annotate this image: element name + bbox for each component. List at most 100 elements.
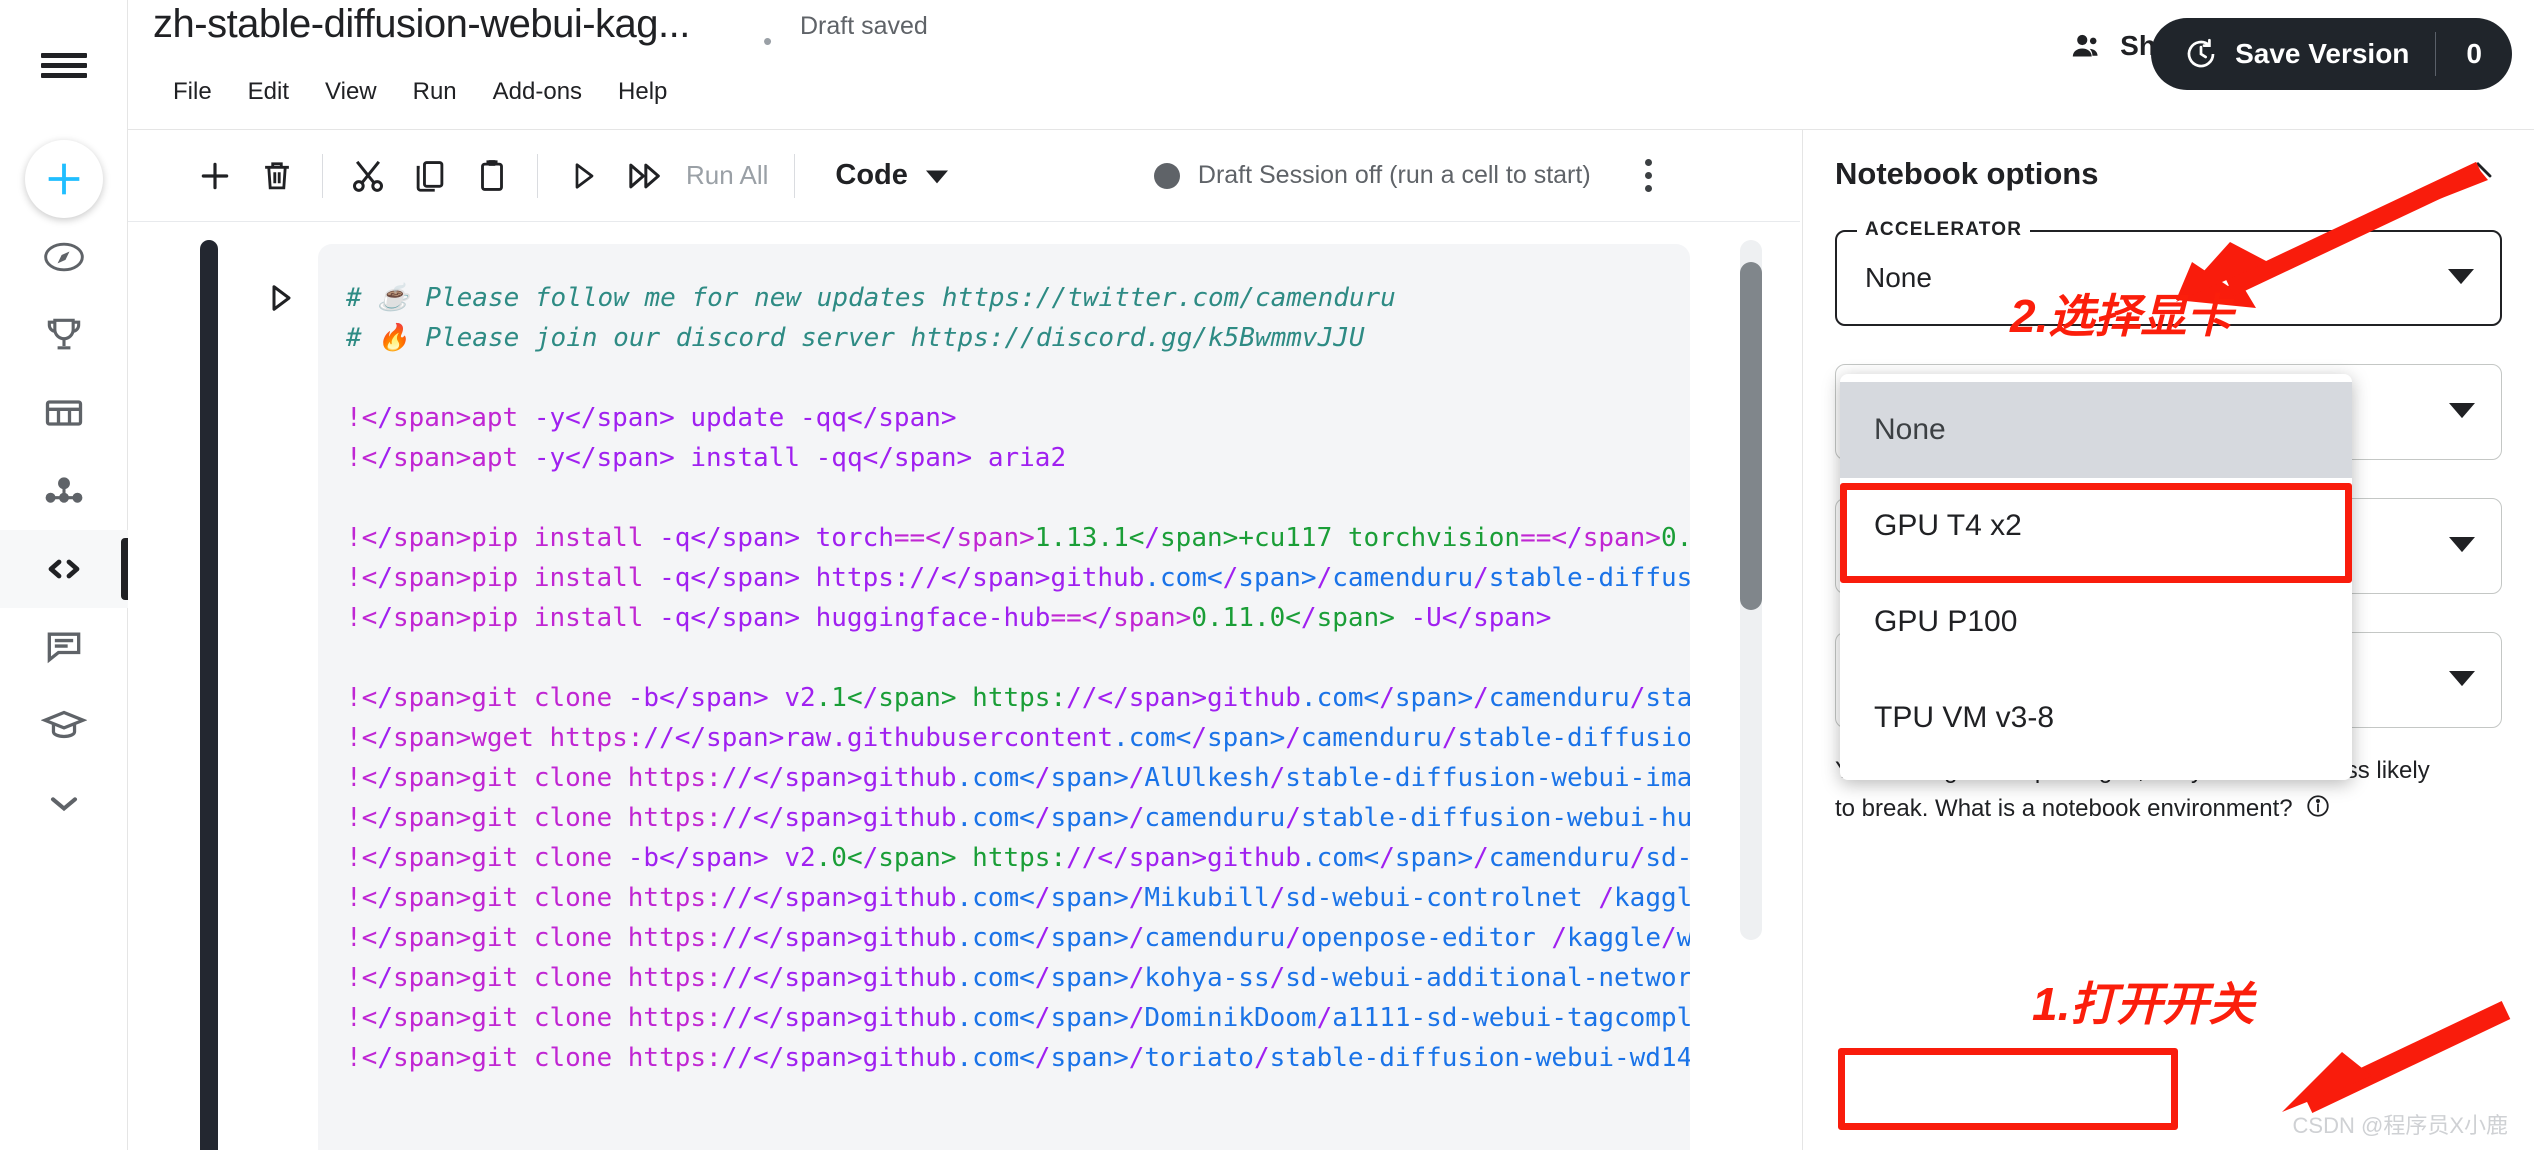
run-all-label[interactable]: Run All xyxy=(686,160,768,191)
kebab-dot xyxy=(1644,159,1652,166)
accelerator-option-tpu-vm-v3-8[interactable]: TPU VM v3-8 xyxy=(1840,670,2352,766)
code-line: !</span>pip install -q</span> huggingfac… xyxy=(346,603,1552,633)
session-status-text: Draft Session off (run a cell to start) xyxy=(1197,161,1591,189)
code-line: !</span>wget https://</span>raw.githubus… xyxy=(346,723,1690,753)
code-line: !</span>pip install -q</span> torch==</s… xyxy=(346,523,1690,553)
notebook-toolbar: Run All Code Draft Session off (run a ce… xyxy=(128,130,1800,222)
code-line: !</span>git clone https://</span>github.… xyxy=(346,803,1690,833)
table-icon xyxy=(45,400,82,426)
copy-cell-button[interactable] xyxy=(399,145,461,207)
code-line: # ☕ Please follow me for new updates htt… xyxy=(346,283,1396,313)
sidebar-item-models[interactable] xyxy=(0,452,128,530)
menu-help[interactable]: Help xyxy=(600,72,685,112)
toolbar-divider xyxy=(322,153,323,198)
left-navigation-rail xyxy=(0,0,128,1150)
plus-icon xyxy=(48,163,79,195)
cut-cell-button[interactable] xyxy=(337,145,399,207)
code-line: !</span>git clone https://</span>github.… xyxy=(346,963,1690,993)
play-icon xyxy=(575,162,594,189)
code-line: !</span>pip install -q</span> https://</… xyxy=(346,563,1690,593)
menu-file[interactable]: File xyxy=(155,72,230,112)
sidebar-item-home[interactable] xyxy=(0,218,128,296)
annotation-note-1: 1.打开开关 xyxy=(2032,978,2255,1030)
cell-run-button[interactable] xyxy=(250,268,310,328)
graduation-icon xyxy=(40,710,87,739)
more-options-button[interactable] xyxy=(1644,159,1652,192)
sidebar-item-more[interactable] xyxy=(0,764,128,842)
trash-icon xyxy=(265,161,289,189)
chevron-down-icon xyxy=(2449,401,2475,424)
save-version-button[interactable]: Save Version 0 xyxy=(2151,18,2512,90)
accelerator-option-gpu-p100[interactable]: GPU P100 xyxy=(1840,574,2352,670)
sidebar-item-learn[interactable] xyxy=(0,686,128,764)
chevron-down-icon xyxy=(2448,267,2474,290)
code-line: !</span>git clone https://</span>github.… xyxy=(346,1003,1690,1033)
editor-scrollbar[interactable] xyxy=(1740,240,1762,940)
chevron-down-icon xyxy=(2449,669,2475,692)
code-line: !</span>git clone https://</span>github.… xyxy=(346,883,1690,913)
add-cell-button[interactable] xyxy=(184,145,246,207)
cell-type-label: Code xyxy=(835,159,908,191)
sidebar-item-datasets[interactable] xyxy=(0,374,128,452)
accelerator-dropdown-menu[interactable]: None GPU T4 x2 GPU P100 TPU VM v3-8 xyxy=(1840,374,2352,780)
chevron-down-icon xyxy=(50,797,77,812)
copy-icon xyxy=(416,160,444,192)
plus-icon xyxy=(201,162,229,189)
code-line: !</span>git clone https://</span>github.… xyxy=(346,1043,1690,1073)
accelerator-value: None xyxy=(1865,262,1932,293)
code-line: !</span>git clone https://</span>github.… xyxy=(346,923,1690,953)
run-all-button[interactable] xyxy=(614,145,676,207)
trophy-icon xyxy=(47,318,80,350)
watermark: CSDN @程序员X小鹿 xyxy=(2292,1113,2508,1138)
active-cell-indicator xyxy=(200,240,218,1150)
notebook-header: zh-stable-diffusion-webui-kag... • Draft… xyxy=(128,0,2534,130)
kebab-dot xyxy=(1644,172,1652,179)
menu-bar: File Edit View Run Add-ons Help xyxy=(155,72,685,112)
kaggle-notebook-window: zh-stable-diffusion-webui-kag... • Draft… xyxy=(0,0,2534,1150)
code-line: !</span>git clone -b</span> v2.1</span> … xyxy=(346,683,1690,713)
save-version-main[interactable]: Save Version xyxy=(2151,36,2435,72)
code-cell[interactable]: # ☕ Please follow me for new updates htt… xyxy=(318,244,1690,1150)
draft-status-dot: • xyxy=(763,26,773,56)
version-count-badge[interactable]: 0 xyxy=(2436,38,2512,70)
code-editor-content[interactable]: # ☕ Please follow me for new updates htt… xyxy=(318,244,1690,1078)
accelerator-option-gpu-t4-x2[interactable]: GPU T4 x2 xyxy=(1840,478,2352,574)
cell-type-select[interactable]: Code xyxy=(835,159,948,192)
hamburger-menu-icon[interactable] xyxy=(0,0,128,130)
accelerator-legend: ACCELERATOR xyxy=(1857,219,2031,241)
run-cell-button[interactable] xyxy=(552,145,614,207)
session-status[interactable]: Draft Session off (run a cell to start) xyxy=(1153,161,1591,190)
session-status-dot xyxy=(1153,162,1180,189)
code-line: !</span>apt -y</span> install -qq</span>… xyxy=(346,443,1067,473)
menu-add-ons[interactable]: Add-ons xyxy=(475,72,600,112)
hamburger-bar xyxy=(40,72,87,78)
models-icon xyxy=(45,477,82,503)
accelerator-option-none[interactable]: None xyxy=(1840,382,2352,478)
menu-view[interactable]: View xyxy=(307,72,395,112)
collapse-panel-button[interactable] xyxy=(2454,156,2502,189)
draft-status-text: Draft saved xyxy=(800,12,928,40)
paste-cell-button[interactable] xyxy=(461,145,523,207)
play-icon xyxy=(272,285,291,311)
create-button[interactable] xyxy=(24,140,103,218)
compass-icon xyxy=(43,242,84,272)
menu-edit[interactable]: Edit xyxy=(230,72,307,112)
editor-scrollbar-thumb[interactable] xyxy=(1740,262,1762,610)
toolbar-divider xyxy=(537,153,538,198)
version-history-icon xyxy=(2187,38,2215,68)
info-icon[interactable] xyxy=(2305,793,2331,831)
chevron-down-icon xyxy=(925,170,948,183)
sidebar-item-competitions[interactable] xyxy=(0,296,128,374)
chevron-up-icon xyxy=(2464,161,2492,178)
toolbar-divider xyxy=(794,153,796,198)
annotation-note-2: 2.选择显卡 xyxy=(2010,290,2233,342)
sidebar-item-discussions[interactable] xyxy=(0,608,128,686)
delete-cell-button[interactable] xyxy=(246,145,308,207)
people-icon xyxy=(2072,34,2098,57)
sidebar-item-code[interactable] xyxy=(0,530,128,608)
menu-run[interactable]: Run xyxy=(395,72,475,112)
page-title[interactable]: zh-stable-diffusion-webui-kag... xyxy=(153,2,690,47)
code-line: !</span>git clone -b</span> v2.0</span> … xyxy=(346,843,1690,873)
code-line: !</span>git clone https://</span>github.… xyxy=(346,763,1690,793)
